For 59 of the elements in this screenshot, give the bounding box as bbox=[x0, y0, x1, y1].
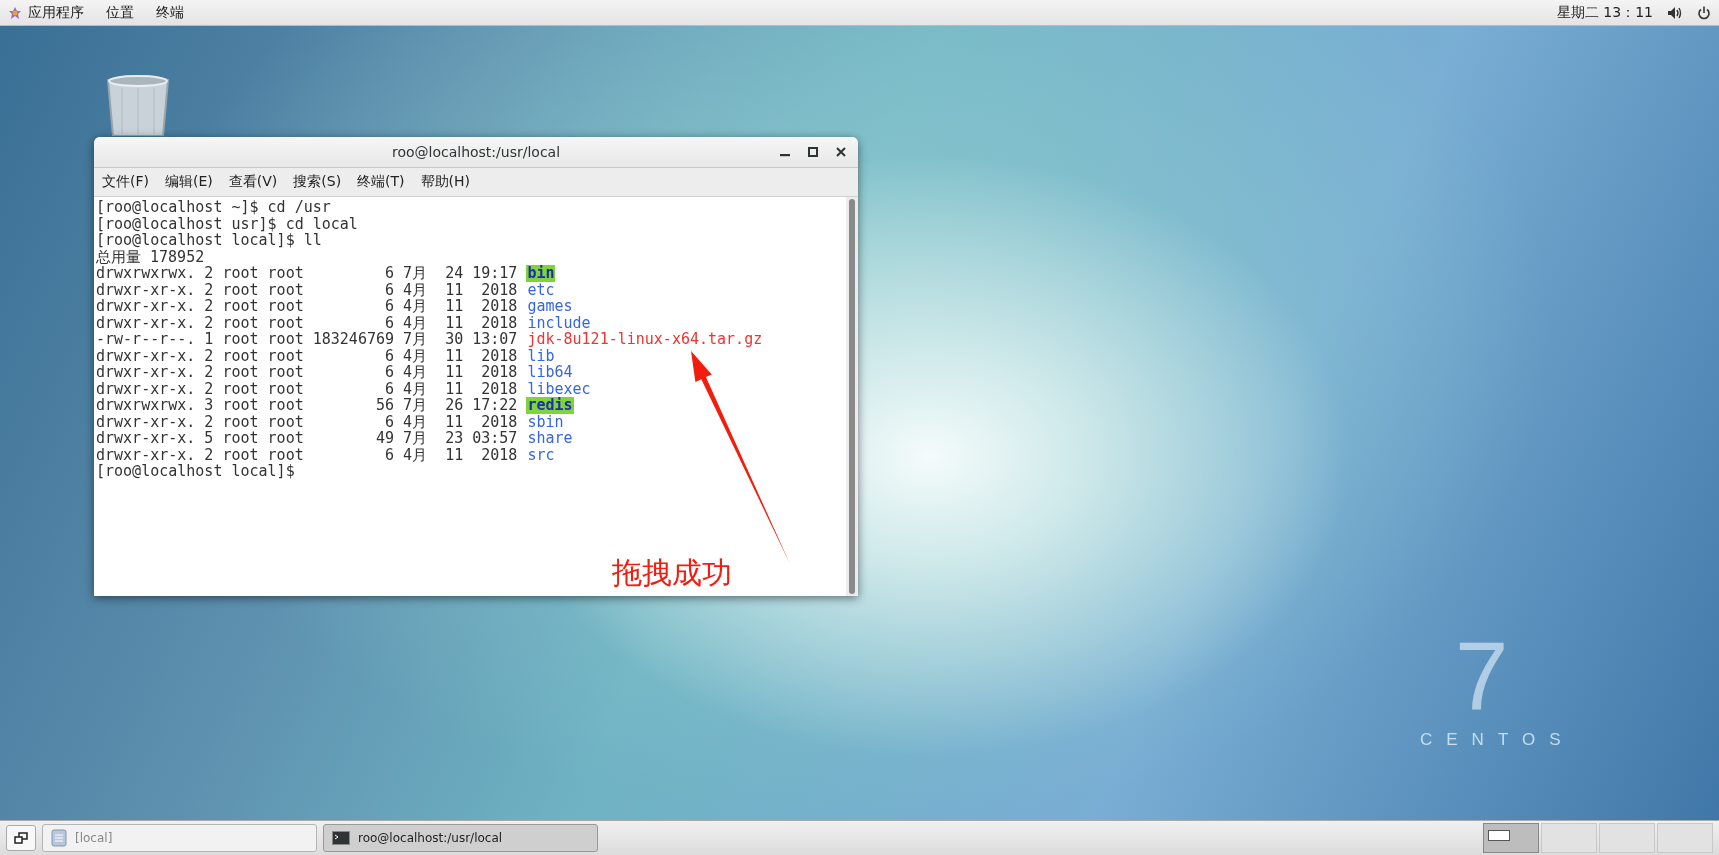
file-name: bin bbox=[526, 265, 556, 282]
file-name: etc bbox=[526, 281, 556, 298]
workspace-thumbnail[interactable] bbox=[1483, 823, 1539, 853]
windows-icon bbox=[14, 832, 28, 844]
menu-item[interactable]: 编辑(E) bbox=[165, 173, 213, 191]
file-name: jdk-8u121-linux-x64.tar.gz bbox=[526, 331, 764, 348]
workspace-thumbnail[interactable] bbox=[1541, 823, 1597, 853]
file-details: drwxr-xr-x. 5 root root 49 7月 23 03:57 bbox=[96, 430, 518, 447]
file-name: lib64 bbox=[526, 364, 574, 381]
file-details: drwxr-xr-x. 2 root root 6 4月 11 2018 bbox=[96, 347, 518, 364]
file-details: drwxr-xr-x. 2 root root 6 4月 11 2018 bbox=[96, 281, 518, 298]
file-name: include bbox=[526, 314, 592, 331]
task-button[interactable]: roo@localhost:/usr/local bbox=[323, 824, 598, 852]
power-icon[interactable] bbox=[1697, 5, 1711, 20]
file-name: share bbox=[526, 430, 574, 447]
scrollbar[interactable] bbox=[846, 197, 858, 596]
menu-item[interactable]: 终端(T) bbox=[357, 173, 405, 191]
terminal-line: [roo@localhost local]$ bbox=[96, 463, 296, 480]
file-name: redis bbox=[526, 397, 574, 414]
file-name: games bbox=[526, 298, 574, 315]
menu-item[interactable]: 位置 bbox=[106, 3, 134, 22]
menu-item[interactable]: 帮助(H) bbox=[420, 173, 471, 191]
menu-item[interactable]: 搜索(S) bbox=[293, 173, 342, 191]
close-icon[interactable] bbox=[836, 147, 846, 157]
show-desktop-button[interactable] bbox=[6, 825, 36, 851]
clock-text[interactable]: 星期二 13：11 bbox=[1556, 3, 1653, 22]
logo-number: 7 bbox=[1455, 628, 1509, 724]
menu-item[interactable]: 查看(V) bbox=[228, 173, 278, 191]
file-details: drwxr-xr-x. 2 root root 6 4月 11 2018 bbox=[96, 314, 518, 331]
file-name: libexec bbox=[526, 380, 592, 397]
menu-item[interactable]: 终端 bbox=[156, 3, 184, 22]
trash-icon[interactable] bbox=[106, 74, 170, 136]
file-details: drwxr-xr-x. 2 root root 6 4月 11 2018 bbox=[96, 364, 518, 381]
menu-item[interactable]: 文件(F) bbox=[102, 173, 149, 191]
maximize-icon[interactable] bbox=[808, 147, 818, 157]
file-details: drwxr-xr-x. 2 root root 6 4月 11 2018 bbox=[96, 413, 518, 430]
file-details: drwxr-xr-x. 2 root root 6 4月 11 2018 bbox=[96, 446, 518, 463]
window-title: roo@localhost:/usr/local bbox=[391, 144, 561, 160]
file-details: drwxr-xr-x. 2 root root 6 4月 11 2018 bbox=[96, 380, 518, 397]
apps-icon bbox=[8, 5, 22, 20]
file-name: src bbox=[526, 446, 556, 463]
file-name: sbin bbox=[526, 413, 565, 430]
terminal-line: 总用量 178952 bbox=[96, 248, 205, 265]
file-details: drwxr-xr-x. 2 root root 6 4月 11 2018 bbox=[96, 298, 518, 315]
terminal-line: [roo@localhost usr]$ cd local bbox=[96, 215, 359, 232]
terminal-line: [roo@localhost ~]$ cd /usr bbox=[96, 199, 332, 216]
file-details: drwxrwxrwx. 3 root root 56 7月 26 17:22 bbox=[96, 397, 518, 414]
logo-wordmark: CENTOS bbox=[1420, 730, 1575, 750]
file-name: lib bbox=[526, 347, 555, 364]
menu-item[interactable]: 应用程序 bbox=[8, 3, 84, 22]
file-details: -rw-r--r--. 1 root root 183246769 7月 30 13:07 bbox=[96, 331, 518, 348]
terminal-line: [roo@localhost local]$ ll bbox=[96, 232, 323, 249]
file-details: drwxrwxrwx. 2 root root 6 7月 24 19:17 bbox=[96, 265, 518, 282]
terminal-icon bbox=[332, 831, 350, 845]
workspace-thumbnail[interactable] bbox=[1657, 823, 1713, 853]
volume-icon[interactable] bbox=[1667, 5, 1683, 20]
annotation-caption: 拖拽成功 bbox=[612, 554, 732, 592]
folder-icon bbox=[51, 829, 67, 847]
workspace-thumbnail[interactable] bbox=[1599, 823, 1655, 853]
